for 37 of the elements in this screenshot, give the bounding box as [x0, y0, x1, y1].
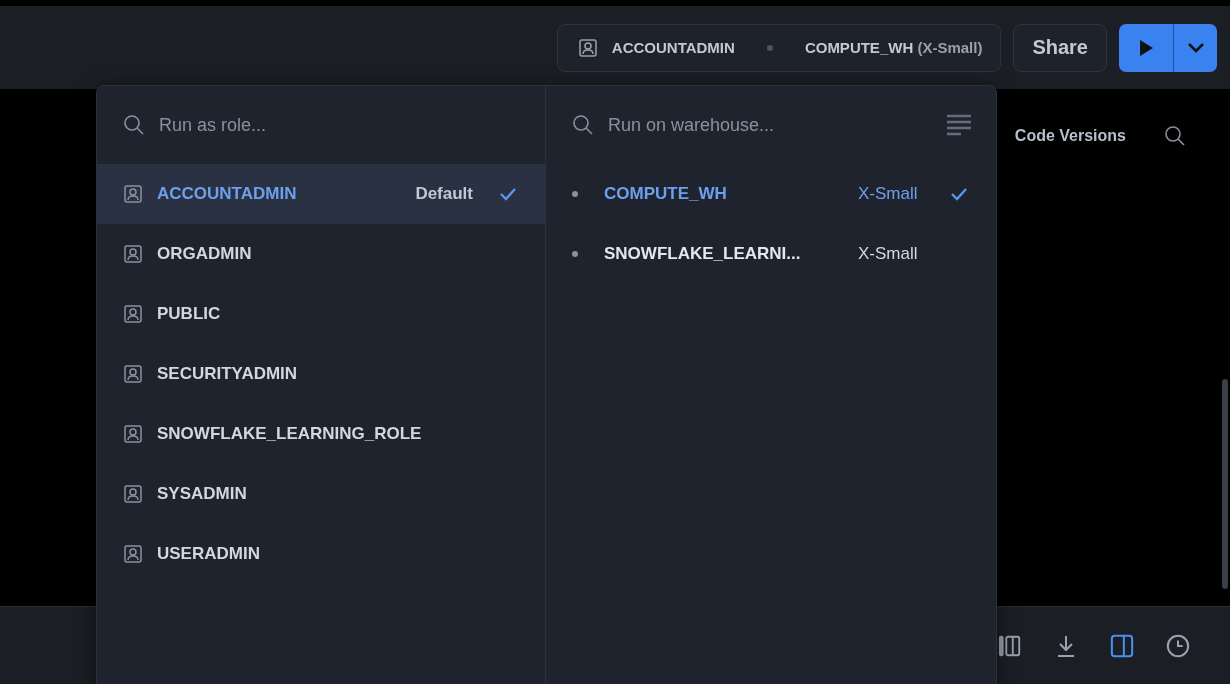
person-icon	[123, 184, 143, 204]
search-icon	[572, 114, 594, 136]
code-versions-tab[interactable]: Code Versions	[1014, 127, 1126, 145]
person-icon	[123, 304, 143, 324]
bullet	[572, 251, 578, 257]
warehouse-search-field[interactable]: Run on warehouse...	[606, 113, 934, 137]
check-icon	[950, 187, 968, 201]
role-item[interactable]: SYSADMIN	[97, 464, 545, 524]
search-icon	[1164, 125, 1186, 147]
person-icon	[123, 484, 143, 504]
role-item[interactable]: ORGADMIN	[97, 224, 545, 284]
role-item[interactable]: PUBLIC	[97, 284, 545, 344]
default-label: Default	[415, 184, 473, 204]
warehouse-item[interactable]: SNOWFLAKE_LEARNI... X-Small	[546, 224, 996, 284]
person-icon	[123, 364, 143, 384]
role-item[interactable]: SNOWFLAKE_LEARNING_ROLE	[97, 404, 545, 464]
role-item[interactable]: USERADMIN	[97, 524, 545, 584]
check-icon	[499, 187, 517, 201]
role-search-field[interactable]: Run as role...	[157, 113, 521, 137]
warehouse-item[interactable]: COMPUTE_WH X-Small	[546, 164, 996, 224]
play-icon	[1138, 38, 1154, 57]
separator-dot	[766, 44, 773, 51]
person-icon	[123, 244, 143, 264]
role-item[interactable]: SECURITYADMIN	[97, 344, 545, 404]
list-icon[interactable]	[946, 114, 972, 136]
run-menu-button[interactable]	[1173, 23, 1217, 72]
search-icon	[123, 114, 145, 136]
person-icon	[577, 37, 598, 58]
role-item[interactable]: ACCOUNTADMIN Default	[97, 164, 545, 224]
person-icon	[123, 544, 143, 564]
bullet	[572, 191, 578, 197]
context-selector[interactable]: ACCOUNTADMIN COMPUTE_WH (X-Small)	[556, 23, 1002, 72]
scrollbar-thumb[interactable]	[1222, 379, 1228, 589]
run-button[interactable]	[1119, 23, 1173, 72]
chevron-down-icon	[1186, 41, 1205, 54]
person-icon	[123, 424, 143, 444]
share-button[interactable]: Share	[1013, 23, 1107, 72]
